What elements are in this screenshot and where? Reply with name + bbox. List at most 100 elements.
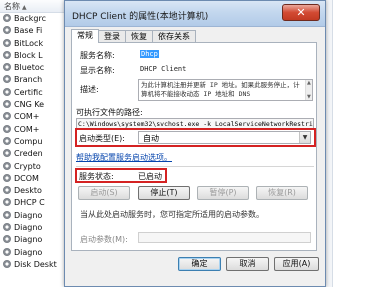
service-list-item[interactable]: Base Fi: [0, 25, 69, 37]
column-header-label: 名称: [4, 2, 20, 11]
dialog-titlebar[interactable]: DHCP Client 的属性(本地计算机) ✕: [65, 1, 325, 27]
service-list-item[interactable]: Diagno: [0, 234, 69, 246]
display-name-value[interactable]: DHCP Client: [140, 65, 186, 73]
description-scrollbar[interactable]: ▲ ▼: [305, 80, 312, 100]
start-params-label: 启动参数(M):: [80, 235, 128, 244]
service-list-item-label: Base Fi: [14, 26, 43, 36]
service-list-item-label: Branch: [14, 75, 43, 85]
service-list-item-label: Diagno: [14, 210, 43, 220]
service-gear-icon: [3, 247, 11, 256]
service-list-item-label: Compu: [14, 136, 43, 146]
service-list-item-label: COM+: [14, 124, 40, 134]
service-list-item[interactable]: Diagno: [0, 210, 69, 222]
service-list-item-label: Crypto: [14, 161, 41, 171]
divider: [76, 166, 314, 167]
service-list-item[interactable]: BitLock: [0, 38, 69, 50]
column-header-name[interactable]: 名称 ▲: [0, 0, 69, 13]
service-list-item[interactable]: Creden: [0, 148, 69, 160]
service-gear-icon: [3, 259, 11, 268]
service-list-item[interactable]: Branch: [0, 74, 69, 86]
service-list-item-label: DCOM: [14, 173, 39, 183]
service-gear-icon: [3, 38, 11, 47]
service-gear-icon: [3, 235, 11, 244]
service-gear-icon: [3, 124, 11, 133]
startup-type-select[interactable]: 自动 ▼: [138, 131, 311, 144]
service-list-item[interactable]: Diagno: [0, 247, 69, 259]
chevron-down-icon[interactable]: ▼: [299, 132, 310, 143]
service-list-item[interactable]: Diagno: [0, 222, 69, 234]
start-service-button[interactable]: 启动(S): [78, 186, 130, 200]
pause-service-button[interactable]: 暂停(P): [197, 186, 249, 200]
service-list-item-label: Certific: [14, 87, 43, 97]
service-list-item[interactable]: CNG Ke: [0, 99, 69, 111]
service-gear-icon: [3, 186, 11, 195]
scroll-down-icon[interactable]: ▼: [307, 94, 311, 100]
service-list-item[interactable]: Compu: [0, 136, 69, 148]
service-gear-icon: [3, 161, 11, 170]
close-button[interactable]: ✕: [282, 4, 320, 21]
service-gear-icon: [3, 136, 11, 145]
help-startup-link[interactable]: 帮助我配置服务启动选项。: [76, 152, 172, 163]
start-params-input[interactable]: [138, 232, 311, 243]
service-list-item-label: COM+: [14, 112, 40, 122]
startup-type-label: 启动类型(E):: [79, 134, 125, 143]
service-gear-icon: [3, 112, 11, 121]
service-list-item[interactable]: DCOM: [0, 173, 69, 185]
service-gear-icon: [3, 63, 11, 72]
service-list-item[interactable]: Backgrc: [0, 13, 69, 25]
service-list-item[interactable]: Deskto: [0, 185, 69, 197]
service-list-item[interactable]: Bluetoc: [0, 62, 69, 74]
description-label: 描述:: [80, 85, 99, 94]
close-icon: ✕: [296, 6, 306, 19]
service-gear-icon: [3, 210, 11, 219]
service-gear-icon: [3, 223, 11, 232]
service-gear-icon: [3, 26, 11, 35]
service-gear-icon: [3, 75, 11, 84]
service-list-item[interactable]: DHCP C: [0, 197, 69, 209]
service-gear-icon: [3, 14, 11, 22]
properties-dialog: DHCP Client 的属性(本地计算机) ✕ 常规 登录 恢复 依存关系 服…: [64, 0, 326, 287]
service-list-item-label: Disk Deskt: [14, 259, 57, 269]
ok-button[interactable]: 确定: [178, 257, 221, 271]
service-status-label: 服务状态:: [79, 172, 114, 181]
stop-service-button[interactable]: 停止(T): [138, 186, 190, 200]
service-list-item[interactable]: COM+: [0, 111, 69, 123]
service-gear-icon: [3, 198, 11, 207]
service-list-item-label: DHCP C: [14, 198, 45, 208]
dialog-title: DHCP Client 的属性(本地计算机): [72, 12, 209, 22]
services-rows: Backgrc Base Fi BitLock Block L Bluetoc Branc…: [0, 13, 69, 271]
service-list-item-label: Diagno: [14, 247, 43, 257]
service-gear-icon: [3, 149, 11, 158]
service-name-label: 服务名称:: [80, 51, 115, 60]
service-list-item-label: Creden: [14, 149, 43, 159]
tab-general[interactable]: 常规: [71, 29, 99, 43]
service-list-item-label: Block L: [14, 50, 43, 60]
service-list-item[interactable]: Block L: [0, 50, 69, 62]
general-tab-panel: 服务名称: Dhcp 显示名称: DHCP Client 描述: 为此计算机注册…: [71, 42, 317, 251]
cancel-button[interactable]: 取消: [226, 257, 269, 271]
services-list: 名称 ▲ Backgrc Base Fi BitLock Block L Bluetoc B…: [0, 0, 70, 287]
service-list-item-label: Backgrc: [14, 14, 47, 23]
tab-strip: 常规 登录 恢复 依存关系: [71, 29, 196, 43]
service-name-value[interactable]: Dhcp: [140, 50, 159, 58]
service-gear-icon: [3, 173, 11, 182]
resume-service-button[interactable]: 恢复(R): [256, 186, 308, 200]
description-field[interactable]: 为此计算机注册并更新 IP 地址。如果此服务停止，计算机将不能接收动态 IP 地…: [138, 79, 313, 101]
apply-button[interactable]: 应用(A): [274, 257, 319, 271]
service-status-value: 已启动: [138, 172, 162, 181]
service-list-item-label: Diagno: [14, 223, 43, 233]
service-gear-icon: [3, 87, 11, 96]
service-list-item-label: BitLock: [14, 38, 44, 48]
service-list-item[interactable]: Disk Deskt: [0, 259, 69, 271]
display-name-label: 显示名称:: [80, 66, 115, 75]
service-list-item[interactable]: Certific: [0, 87, 69, 99]
start-params-hint: 当从此处启动服务时，您可指定所适用的启动参数。: [80, 210, 264, 219]
service-gear-icon: [3, 100, 11, 109]
description-text: 为此计算机注册并更新 IP 地址。如果此服务停止，计算机将不能接收动态 IP 地…: [141, 81, 300, 98]
service-list-item[interactable]: Crypto: [0, 161, 69, 173]
scroll-up-icon[interactable]: ▲: [307, 80, 311, 86]
path-label: 可执行文件的路径:: [76, 108, 143, 117]
background-window-edge: [326, 0, 388, 287]
service-list-item-label: Diagno: [14, 235, 43, 245]
service-list-item[interactable]: COM+: [0, 124, 69, 136]
